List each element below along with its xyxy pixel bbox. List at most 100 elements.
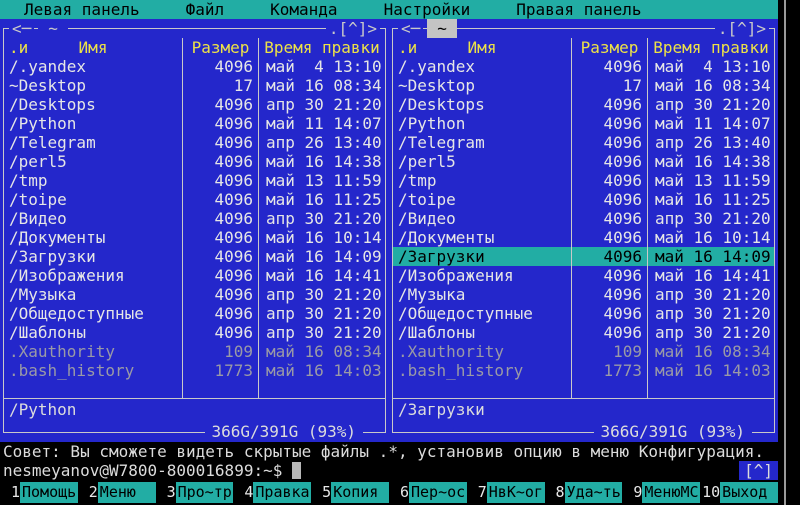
sort-indicator[interactable]: .и — [398, 38, 417, 57]
file-row[interactable]: /tmp4096май 13 11:59 — [393, 171, 774, 190]
file-row[interactable]: .Xauthority109май 16 08:34 — [393, 342, 774, 361]
file-row[interactable]: /Загрузки4096май 16 14:09 — [4, 247, 385, 266]
shell-prompt: nesmeyanov@W7800-800016899:~$ — [3, 461, 282, 480]
file-name: /Telegram — [4, 133, 182, 152]
file-row[interactable]: /Общедоступные4096апр 30 21:20 — [393, 304, 774, 323]
panel-history-back-icon[interactable]: <─ — [9, 19, 34, 38]
file-mtime: май 16 08:34 — [258, 76, 385, 95]
menu-command[interactable]: Команда — [270, 0, 337, 19]
column-headers: .и Имя Размер Время правки — [393, 38, 774, 57]
column-separator — [571, 57, 572, 398]
file-row[interactable]: /Документы4096май 16 10:14 — [393, 228, 774, 247]
file-row[interactable]: /Изображения4096май 16 14:41 — [4, 266, 385, 285]
fkey-quit[interactable]: 10Выход — [700, 482, 778, 503]
column-header-size[interactable]: Размер — [571, 38, 647, 57]
column-separator — [182, 57, 183, 398]
file-size: 4096 — [571, 285, 647, 304]
panel-history-back-icon[interactable]: <─ — [398, 19, 423, 38]
file-row[interactable]: /toipe4096май 16 11:25 — [4, 190, 385, 209]
file-name: /.yandex — [393, 57, 571, 76]
command-line[interactable]: nesmeyanov@W7800-800016899:~$ — [0, 461, 778, 480]
fkey-help[interactable]: 1Помощь — [0, 482, 78, 503]
file-size: 1773 — [571, 361, 647, 380]
file-row[interactable]: /perl54096май 16 14:38 — [4, 152, 385, 171]
file-mtime: май 16 11:25 — [258, 190, 385, 209]
column-header-size[interactable]: Размер — [182, 38, 258, 57]
file-size: 4096 — [182, 133, 258, 152]
file-row[interactable]: /Документы4096май 16 10:14 — [4, 228, 385, 247]
fkey-view[interactable]: 3Про~тр — [156, 482, 234, 503]
column-header-mtime[interactable]: Время правки — [647, 38, 774, 57]
panel-path-title[interactable]: ~ — [38, 19, 68, 38]
file-row[interactable]: .Xauthority109май 16 08:34 — [4, 342, 385, 361]
file-row[interactable]: /.yandex4096май 4 13:10 — [4, 57, 385, 76]
column-separator — [258, 57, 259, 398]
file-row[interactable]: /Python4096май 11 14:07 — [393, 114, 774, 133]
file-mtime: май 11 14:07 — [258, 114, 385, 133]
file-row[interactable]: /Общедоступные4096апр 30 21:20 — [4, 304, 385, 323]
fkey-edit[interactable]: 4Правка — [233, 482, 311, 503]
file-row[interactable]: /Шаблоны4096апр 30 21:20 — [393, 323, 774, 342]
file-name: .Xauthority — [4, 342, 182, 361]
sort-indicator[interactable]: .и — [9, 38, 28, 57]
file-mtime: апр 26 13:40 — [647, 133, 774, 152]
file-mtime: апр 30 21:20 — [647, 304, 774, 323]
fkey-menu-mc[interactable]: 9МенюМС — [622, 482, 700, 503]
file-row[interactable]: /.yandex4096май 4 13:10 — [393, 57, 774, 76]
fkey-copy[interactable]: 5Копия — [311, 482, 389, 503]
file-mtime: май 16 14:41 — [647, 266, 774, 285]
file-size: 4096 — [182, 323, 258, 342]
file-mtime: май 13 11:59 — [258, 171, 385, 190]
file-row[interactable]: /toipe4096май 16 11:25 — [393, 190, 774, 209]
file-row[interactable]: ~Desktop17май 16 08:34 — [393, 76, 774, 95]
file-name: ~Desktop — [393, 76, 571, 95]
file-row[interactable]: /Шаблоны4096апр 30 21:20 — [4, 323, 385, 342]
fkey-delete[interactable]: 8Уда~ть — [545, 482, 623, 503]
file-row[interactable]: /Python4096май 11 14:07 — [4, 114, 385, 133]
file-mtime: май 4 13:10 — [647, 57, 774, 76]
panel-dotfiles-history-forward-icon[interactable]: .[^]> — [715, 19, 769, 38]
file-row[interactable]: /Музыка4096апр 30 21:20 — [393, 285, 774, 304]
file-row[interactable]: /Видео4096апр 30 21:20 — [393, 209, 774, 228]
fkey-menu[interactable]: 2Меню — [78, 482, 156, 503]
column-header-mtime[interactable]: Время правки — [258, 38, 385, 57]
file-name: /perl5 — [393, 152, 571, 171]
menu-file[interactable]: Файл — [186, 0, 225, 19]
file-name: /Документы — [393, 228, 571, 247]
menu-left-panel[interactable]: Левая панель — [24, 0, 140, 19]
terminal-scrollbar[interactable] — [784, 0, 786, 505]
file-row[interactable]: /Изображения4096май 16 14:41 — [393, 266, 774, 285]
file-size: 17 — [571, 76, 647, 95]
panel-path-title[interactable]: ~ — [427, 19, 457, 38]
menu-options[interactable]: Настройки — [384, 0, 471, 19]
column-header-name[interactable]: Имя — [79, 38, 108, 57]
file-row[interactable]: ~Desktop17май 16 08:34 — [4, 76, 385, 95]
file-size: 4096 — [182, 114, 258, 133]
file-row[interactable]: /Загрузки4096май 16 14:09 — [393, 247, 774, 266]
file-mtime: апр 30 21:20 — [258, 304, 385, 323]
file-size: 4096 — [182, 304, 258, 323]
fkey-move[interactable]: 6Пер~ос — [389, 482, 467, 503]
file-row[interactable]: /Музыка4096апр 30 21:20 — [4, 285, 385, 304]
file-row[interactable]: /Desktops4096апр 30 21:20 — [393, 95, 774, 114]
file-name: /Общедоступные — [4, 304, 182, 323]
file-row[interactable]: .bash_history1773май 16 14:03 — [4, 361, 385, 380]
file-row[interactable]: /tmp4096май 13 11:59 — [4, 171, 385, 190]
file-mtime: май 4 13:10 — [258, 57, 385, 76]
file-row[interactable]: /Telegram4096апр 26 13:40 — [4, 133, 385, 152]
file-name: ~Desktop — [4, 76, 182, 95]
fkey-mkdir[interactable]: 7НвК~ог — [467, 482, 545, 503]
file-row[interactable]: /Desktops4096апр 30 21:20 — [4, 95, 385, 114]
file-mtime: май 16 14:03 — [647, 361, 774, 380]
file-name: /Видео — [4, 209, 182, 228]
file-row[interactable]: /Telegram4096апр 26 13:40 — [393, 133, 774, 152]
column-header-name[interactable]: Имя — [468, 38, 497, 57]
file-name: /tmp — [393, 171, 571, 190]
panel-dotfiles-history-forward-icon[interactable]: .[^]> — [326, 19, 380, 38]
file-row[interactable]: /Видео4096апр 30 21:20 — [4, 209, 385, 228]
file-mtime: май 16 14:38 — [647, 152, 774, 171]
file-row[interactable]: .bash_history1773май 16 14:03 — [393, 361, 774, 380]
file-size: 4096 — [571, 247, 647, 266]
file-row[interactable]: /perl54096май 16 14:38 — [393, 152, 774, 171]
menu-right-panel[interactable]: Правая панель — [516, 0, 641, 19]
